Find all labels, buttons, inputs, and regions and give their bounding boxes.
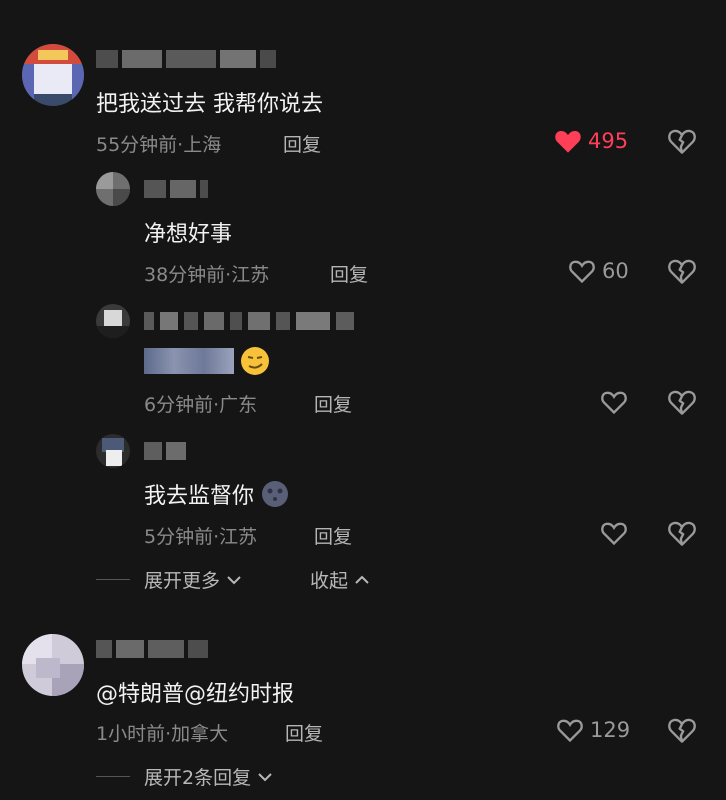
comment-meta: 38分钟前·江苏	[144, 264, 270, 286]
username[interactable]	[96, 50, 276, 68]
broken-heart-icon	[668, 718, 696, 743]
broken-heart-icon	[668, 129, 696, 154]
comment-meta: 1小时前·加拿大	[96, 723, 229, 745]
username[interactable]	[144, 180, 208, 198]
heart-icon	[601, 391, 627, 415]
avatar[interactable]	[22, 44, 84, 106]
reply-button[interactable]: 回复	[314, 390, 352, 417]
smirk-emoji-icon	[240, 346, 270, 380]
username[interactable]	[96, 640, 208, 658]
heart-filled-icon	[555, 130, 581, 153]
comment-meta: 6分钟前·广东	[144, 394, 258, 416]
chevron-down-icon	[258, 772, 272, 781]
broken-heart-icon	[668, 259, 696, 284]
like-count: 60	[602, 259, 629, 283]
divider-line	[96, 579, 130, 580]
comment-meta: 5分钟前·江苏	[144, 526, 258, 548]
expand-more-button[interactable]: 展开更多	[144, 566, 242, 593]
dislike-button[interactable]	[668, 717, 696, 747]
like-button[interactable]: 495	[554, 128, 628, 154]
reply-button[interactable]: 回复	[283, 130, 321, 157]
broken-heart-icon	[668, 521, 696, 546]
reply-button[interactable]: 回复	[314, 522, 352, 549]
like-button[interactable]	[600, 520, 634, 546]
heart-icon	[601, 522, 627, 546]
collapse-button[interactable]: 收起	[310, 566, 370, 593]
collapse-label: 收起	[310, 570, 349, 592]
comment-meta: 55分钟前·上海	[96, 134, 222, 156]
username[interactable]	[144, 442, 186, 460]
chevron-down-icon	[227, 575, 241, 584]
expand-more-label: 展开更多	[144, 570, 221, 592]
chevron-up-icon	[355, 575, 369, 584]
comment-text: @特朗普@纽约时报	[96, 682, 295, 707]
like-button[interactable]	[600, 389, 634, 415]
new-moon-face-emoji-icon	[261, 480, 289, 514]
blurred-sticker-text	[144, 348, 234, 374]
avatar[interactable]	[96, 304, 130, 338]
avatar[interactable]	[22, 634, 84, 696]
dislike-button[interactable]	[668, 128, 696, 158]
like-button[interactable]: 60	[568, 258, 629, 284]
expand-replies-button[interactable]: 展开2条回复	[144, 763, 273, 790]
like-count: 129	[590, 718, 631, 742]
divider-line	[96, 776, 130, 777]
like-button[interactable]: 129	[556, 717, 630, 743]
comment-text: 净想好事	[144, 222, 233, 247]
dislike-button[interactable]	[668, 389, 696, 419]
comment-text: 把我送过去 我帮你说去	[96, 92, 323, 117]
comment-text-value: 我去监督你	[144, 484, 255, 509]
dislike-button[interactable]	[668, 520, 696, 550]
dislike-button[interactable]	[668, 258, 696, 288]
expand-replies-label: 展开2条回复	[144, 767, 252, 789]
heart-icon	[569, 260, 595, 284]
reply-button[interactable]: 回复	[285, 719, 323, 746]
broken-heart-icon	[668, 390, 696, 415]
avatar[interactable]	[96, 434, 130, 468]
comment-text: 我去监督你	[144, 478, 289, 514]
like-count: 495	[588, 129, 629, 153]
avatar[interactable]	[96, 172, 130, 206]
reply-button[interactable]: 回复	[330, 260, 368, 287]
username[interactable]	[144, 312, 354, 330]
heart-icon	[557, 719, 583, 743]
